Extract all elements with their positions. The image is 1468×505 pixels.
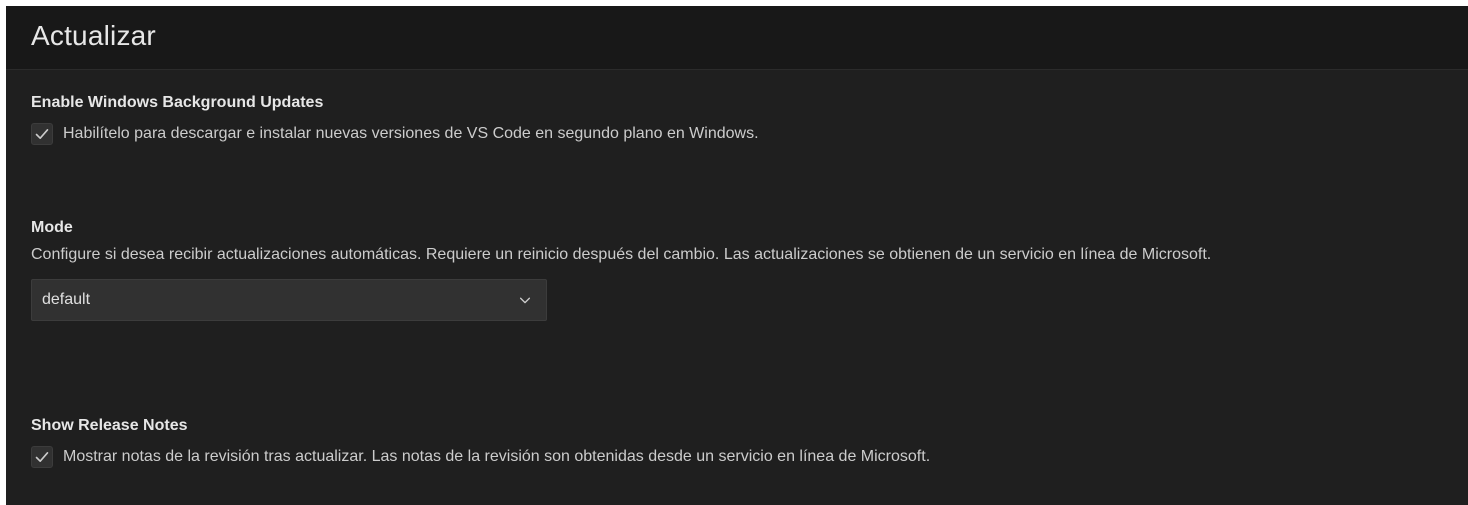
check-icon	[35, 452, 49, 462]
section-title: Actualizar	[31, 20, 156, 51]
setting-release-notes: Show Release Notes Mostrar notas de la r…	[31, 417, 1448, 471]
setting-title: Show Release Notes	[31, 417, 188, 434]
setting-description: Mostrar notas de la revisión tras actual…	[63, 448, 931, 465]
background-updates-checkbox[interactable]	[31, 123, 53, 145]
setting-mode: Mode Configure si desea recibir actualiz…	[31, 219, 1448, 321]
section-header: Actualizar	[6, 6, 1468, 70]
setting-title: Enable Windows Background Updates	[31, 94, 324, 111]
setting-background-updates: Enable Windows Background Updates Habilí…	[31, 94, 1448, 148]
chevron-down-icon	[518, 293, 532, 307]
release-notes-checkbox[interactable]	[31, 446, 53, 468]
checkbox-row: Mostrar notas de la revisión tras actual…	[31, 443, 1448, 471]
mode-selected-value: default	[42, 291, 91, 308]
setting-description: Habilítelo para descargar e instalar nue…	[63, 125, 759, 142]
settings-panel: Actualizar Enable Windows Background Upd…	[6, 6, 1468, 505]
check-icon	[35, 129, 49, 139]
checkbox-row: Habilítelo para descargar e instalar nue…	[31, 120, 1448, 148]
setting-title: Mode	[31, 219, 73, 236]
mode-dropdown[interactable]: default	[31, 279, 547, 321]
setting-description: Configure si desea recibir actualizacion…	[31, 246, 1212, 263]
